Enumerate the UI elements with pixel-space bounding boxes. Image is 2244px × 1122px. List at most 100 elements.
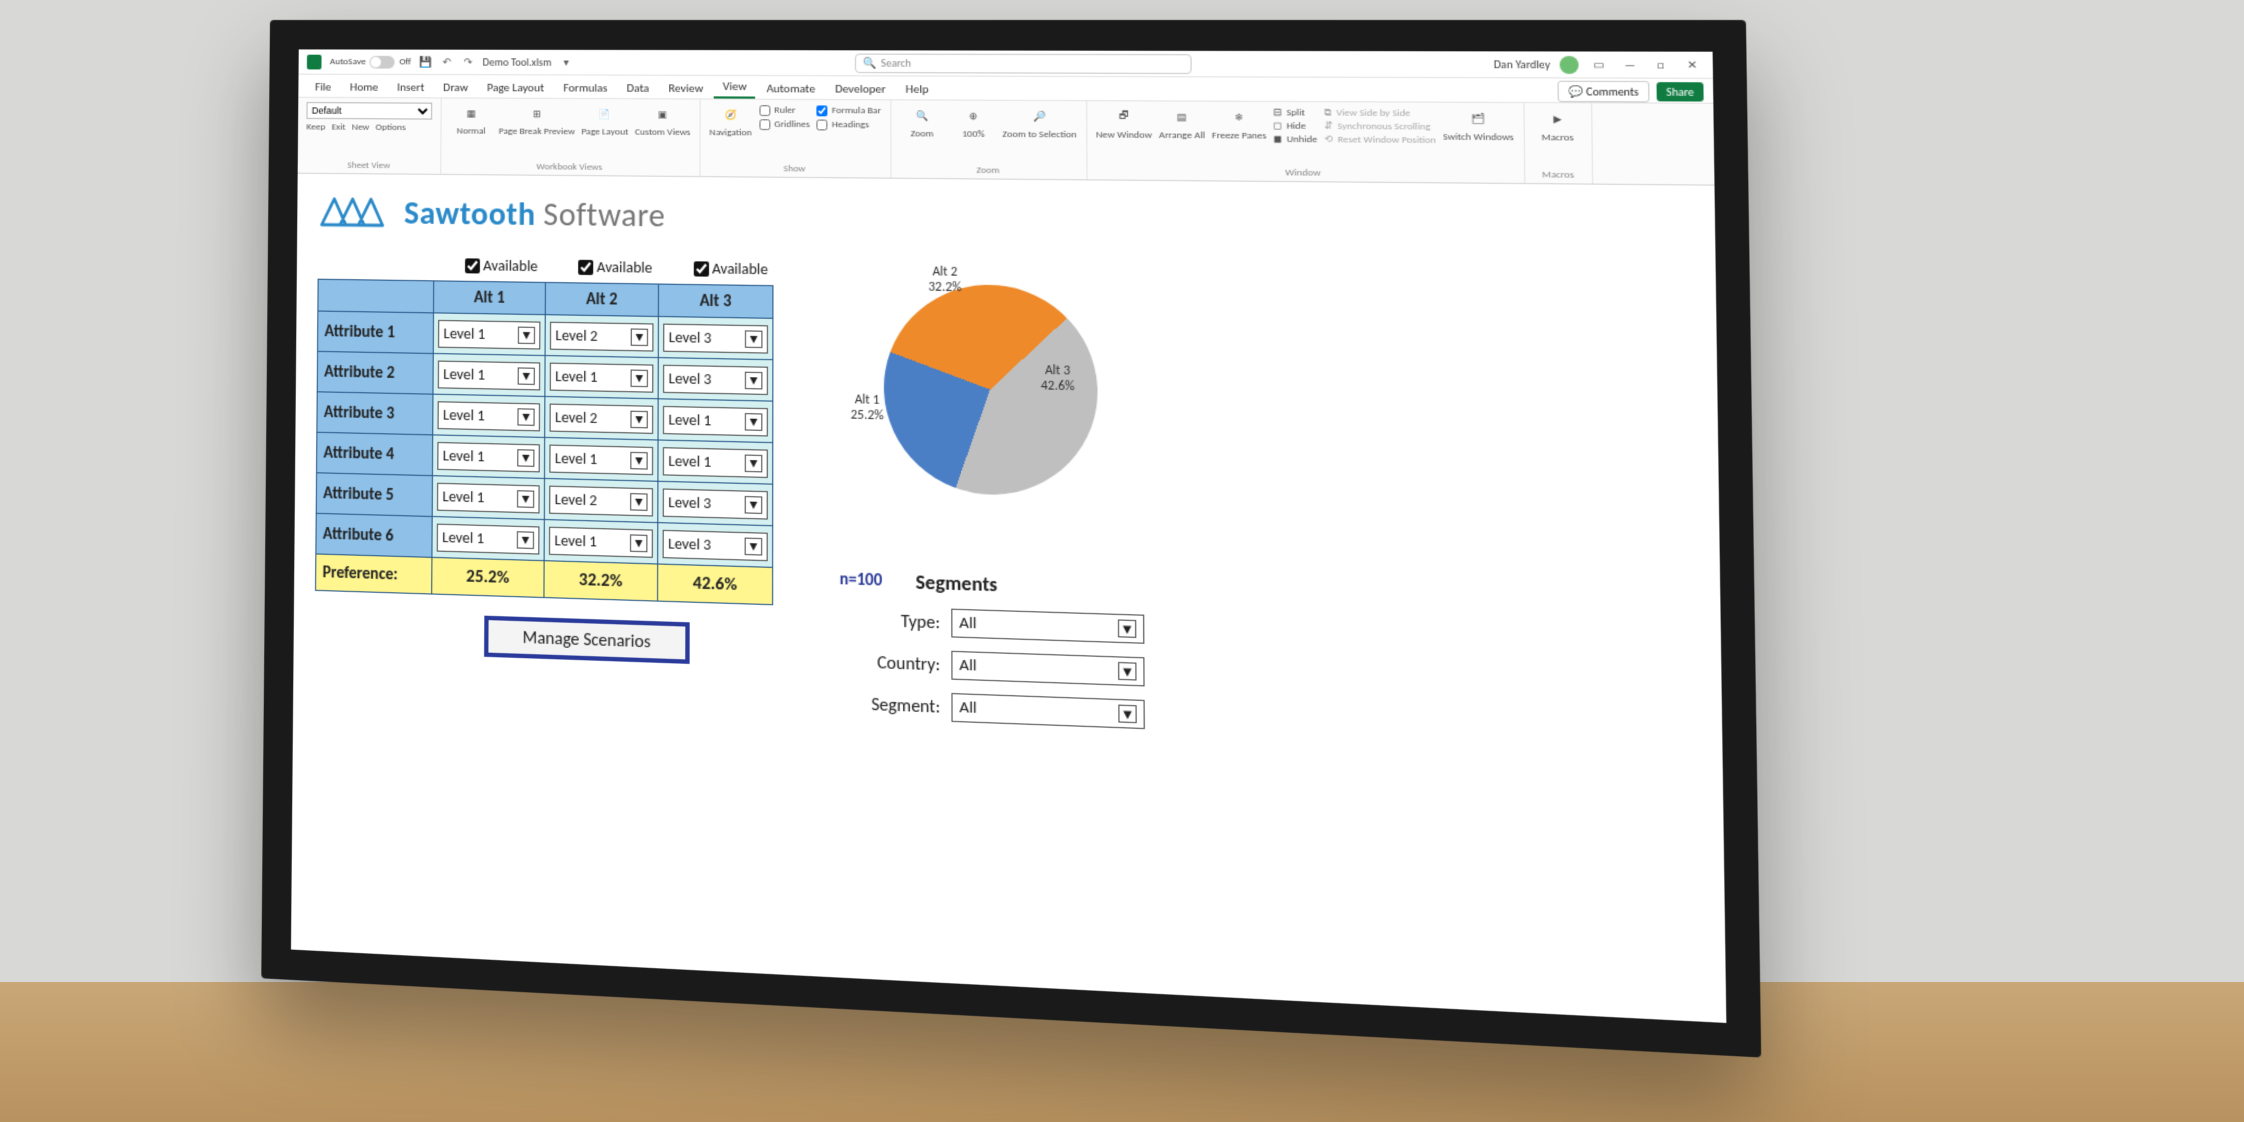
- switchwindows-button[interactable]: 🗂Switch Windows: [1443, 107, 1514, 143]
- group-label: Window: [1096, 163, 1514, 181]
- save-icon[interactable]: 💾: [419, 55, 432, 68]
- pagebreak-icon: ⊞: [526, 103, 547, 124]
- ribbon-group-window: 🗗New Window ▤Arrange All ❄Freeze Panes ⊟…: [1087, 101, 1525, 183]
- switch-icon: 🗂: [1466, 107, 1490, 130]
- search-input[interactable]: 🔍 Search: [855, 53, 1192, 73]
- split-icon: ⊟: [1273, 106, 1282, 118]
- chevron-down-icon: ▾: [1118, 619, 1136, 638]
- exit-button[interactable]: Exit: [332, 121, 346, 133]
- level-dropdown[interactable]: Level 1▾: [437, 523, 540, 554]
- tab-review[interactable]: Review: [660, 78, 712, 99]
- sheetview-select[interactable]: Default: [306, 102, 432, 120]
- headings-checkbox[interactable]: Headings: [816, 118, 881, 130]
- pagelayout-icon: 📄: [594, 103, 616, 125]
- search-icon: 🔍: [863, 56, 877, 70]
- ribbon-display-icon[interactable]: ▭: [1588, 55, 1610, 73]
- results-panel: Alt 2 32.2% Alt 3 42.6% Alt 1 25.2% n=10…: [840, 261, 1145, 743]
- level-dropdown[interactable]: Level 3▾: [663, 529, 768, 560]
- toggle-icon: [370, 55, 395, 68]
- group-label: Zoom: [900, 161, 1077, 177]
- unhide-button[interactable]: ◼Unhide: [1273, 133, 1317, 146]
- user-avatar[interactable]: [1560, 55, 1579, 73]
- tab-home[interactable]: Home: [342, 77, 387, 97]
- segment-segment-dropdown[interactable]: All▾: [951, 693, 1144, 729]
- maximize-icon[interactable]: □: [1650, 56, 1672, 74]
- chevron-down-icon: ▾: [745, 454, 763, 472]
- autosave-toggle[interactable]: AutoSave Off: [330, 55, 411, 68]
- tab-formulas[interactable]: Formulas: [555, 78, 616, 99]
- minimize-icon[interactable]: —: [1619, 56, 1641, 74]
- level-dropdown[interactable]: Level 1▾: [438, 401, 540, 431]
- level-dropdown[interactable]: Level 1▾: [663, 405, 768, 436]
- preference-value: 25.2%: [432, 557, 544, 597]
- chevron-down-icon: ▾: [630, 410, 647, 428]
- redo-icon[interactable]: ↷: [462, 56, 475, 69]
- share-button[interactable]: Share: [1657, 82, 1704, 101]
- level-dropdown[interactable]: Level 1▾: [437, 441, 540, 471]
- tab-insert[interactable]: Insert: [389, 77, 433, 97]
- level-dropdown[interactable]: Level 1▾: [549, 526, 653, 557]
- freeze-button[interactable]: ❄Freeze Panes: [1212, 106, 1267, 142]
- zoom-button[interactable]: 🔍Zoom: [900, 105, 945, 140]
- available-alt1[interactable]: Available: [465, 256, 538, 275]
- comments-button[interactable]: 💬 Comments: [1558, 81, 1650, 103]
- newwindow-button[interactable]: 🗗New Window: [1096, 106, 1152, 141]
- new-view-button[interactable]: New: [352, 121, 370, 133]
- level-dropdown[interactable]: Level 2▾: [550, 321, 654, 351]
- tab-data[interactable]: Data: [618, 78, 658, 99]
- split-button[interactable]: ⊟Split: [1273, 106, 1317, 118]
- formulabar-checkbox[interactable]: Formula Bar: [816, 104, 881, 116]
- zoom-selection-button[interactable]: 🔎Zoom to Selection: [1002, 105, 1076, 140]
- arrange-icon: ▤: [1170, 106, 1193, 128]
- hide-button[interactable]: ◻Hide: [1273, 120, 1317, 132]
- tab-automate[interactable]: Automate: [758, 78, 824, 99]
- segment-country-dropdown[interactable]: All▾: [951, 651, 1144, 687]
- level-dropdown[interactable]: Level 1▾: [663, 447, 768, 478]
- col-alt3: Alt 3: [658, 284, 773, 318]
- level-dropdown[interactable]: Level 1▾: [437, 482, 540, 513]
- level-dropdown[interactable]: Level 3▾: [663, 323, 768, 353]
- chevron-down-icon: ▾: [518, 367, 535, 385]
- level-dropdown[interactable]: Level 1▾: [438, 360, 540, 390]
- autosave-label: AutoSave: [330, 56, 366, 68]
- simulator-table: Alt 1 Alt 2 Alt 3 Attribute 1 Level 1▾ L…: [315, 279, 773, 606]
- pagelayout-button[interactable]: 📄 Page Layout: [581, 103, 628, 137]
- level-dropdown[interactable]: Level 1▾: [549, 444, 653, 475]
- group-label: Macros: [1534, 166, 1582, 181]
- normal-view-button[interactable]: ▦ Normal: [450, 103, 493, 137]
- n-value: n=100: [840, 570, 883, 591]
- attr-label: Attribute 6: [316, 513, 432, 557]
- available-alt2[interactable]: Available: [579, 258, 653, 277]
- level-dropdown[interactable]: Level 3▾: [663, 488, 768, 519]
- gridlines-checkbox[interactable]: Gridlines: [759, 118, 810, 130]
- tab-developer[interactable]: Developer: [826, 78, 894, 99]
- options-button[interactable]: Options: [376, 121, 406, 133]
- tab-draw[interactable]: Draw: [435, 77, 477, 97]
- macros-button[interactable]: ▶Macros: [1534, 108, 1582, 144]
- customviews-button[interactable]: ▣ Custom Views: [635, 104, 691, 139]
- level-dropdown[interactable]: Level 2▾: [549, 485, 653, 516]
- tab-page-layout[interactable]: Page Layout: [479, 77, 553, 98]
- keep-button[interactable]: Keep: [306, 121, 325, 133]
- tab-view[interactable]: View: [714, 76, 755, 99]
- manage-scenarios-button[interactable]: Manage Scenarios: [484, 616, 690, 664]
- segment-type-dropdown[interactable]: All▾: [951, 609, 1144, 644]
- undo-icon[interactable]: ↶: [440, 55, 453, 68]
- group-label: Show: [709, 160, 881, 175]
- level-dropdown[interactable]: Level 1▾: [550, 362, 654, 392]
- level-dropdown[interactable]: Level 2▾: [550, 403, 654, 433]
- arrange-button[interactable]: ▤Arrange All: [1159, 106, 1205, 141]
- tab-help[interactable]: Help: [897, 79, 938, 100]
- navigation-button[interactable]: 🧭 Navigation: [709, 104, 753, 139]
- chevron-down-icon: ▾: [1118, 662, 1136, 681]
- pagebreak-button[interactable]: ⊞ Page Break Preview: [499, 103, 575, 137]
- chevron-down-icon: ▾: [745, 413, 763, 431]
- level-dropdown[interactable]: Level 3▾: [663, 364, 768, 394]
- tab-file[interactable]: File: [307, 77, 340, 97]
- zoom100-button[interactable]: ⊕100%: [951, 105, 996, 140]
- chevron-down-icon[interactable]: ▾: [560, 56, 573, 69]
- ruler-checkbox[interactable]: Ruler: [759, 104, 810, 116]
- close-icon[interactable]: ✕: [1681, 56, 1703, 74]
- available-alt3[interactable]: Available: [693, 259, 768, 278]
- level-dropdown[interactable]: Level 1▾: [438, 319, 540, 349]
